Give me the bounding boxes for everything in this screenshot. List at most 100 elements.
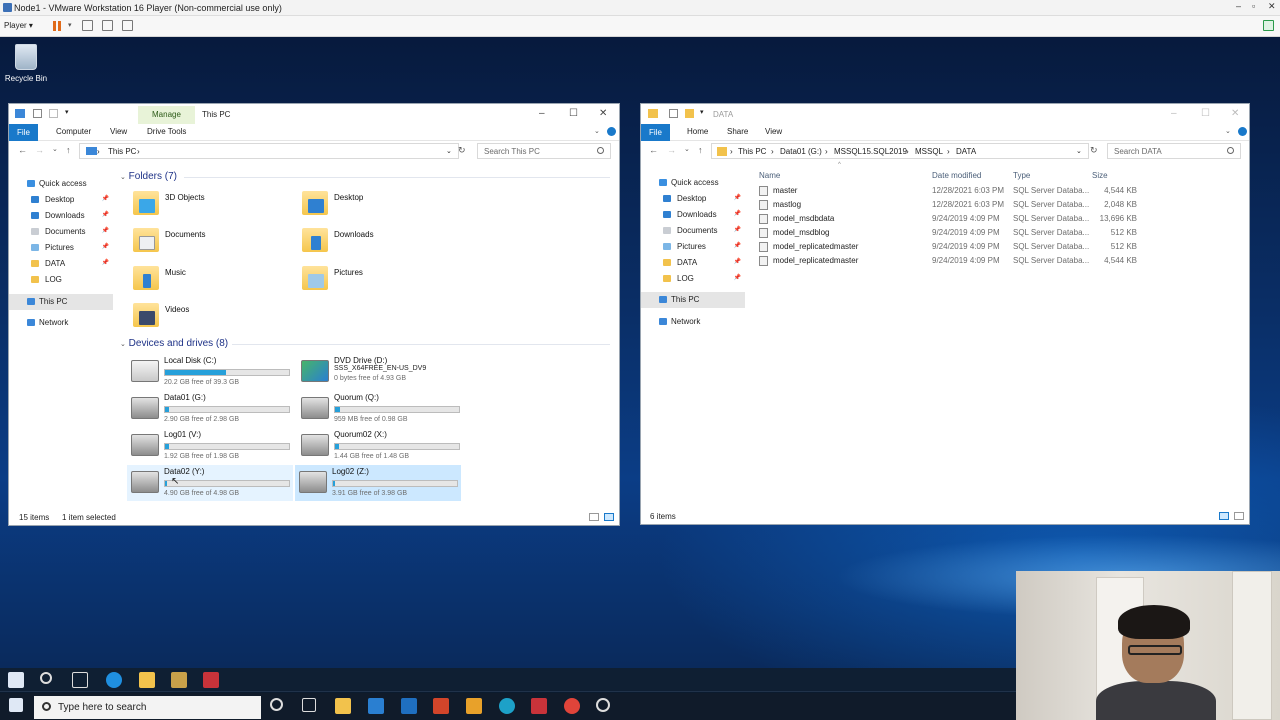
drives-group-header[interactable]: ⌄ Devices and drives (8): [120, 338, 614, 349]
nav-item-data[interactable]: DATA 📌: [641, 255, 745, 271]
recent-dropdown-icon[interactable]: ⌄: [684, 145, 690, 153]
expand-ribbon-icon[interactable]: ⌄: [594, 127, 600, 135]
pin-icon[interactable]: 📌: [102, 211, 109, 218]
drive-quorum-q[interactable]: Quorum (Q:) 959 MB free of 0.98 GB: [297, 391, 463, 427]
column-header-size[interactable]: Size: [1092, 171, 1108, 180]
quick-access-dropdown-icon[interactable]: ▾: [65, 108, 69, 116]
maximize-icon[interactable]: ▫: [1252, 1, 1255, 11]
breadcrumb-data01[interactable]: Data01 (G:): [780, 147, 822, 156]
nav-item-data[interactable]: DATA 📌: [9, 256, 113, 272]
windows-start-icon[interactable]: [8, 672, 24, 688]
drive-log01-v[interactable]: Log01 (V:) 1.92 GB free of 1.98 GB: [127, 428, 293, 464]
up-icon[interactable]: ↑: [698, 145, 703, 155]
pin-icon[interactable]: 📌: [734, 194, 741, 201]
maximize-icon[interactable]: ☐: [569, 108, 578, 119]
drive-log02-z[interactable]: Log02 (Z:) 3.91 GB free of 3.98 GB: [295, 465, 461, 501]
file-row[interactable]: model_msdbdata 9/24/2019 4:09 PM SQL Ser…: [759, 212, 1139, 226]
internet-explorer-icon[interactable]: [106, 672, 122, 688]
nav-item-documents[interactable]: Documents 📌: [9, 224, 113, 240]
expand-ribbon-icon[interactable]: ⌄: [1225, 127, 1231, 135]
search-icon[interactable]: [40, 672, 52, 684]
folder-documents[interactable]: Documents: [133, 226, 293, 262]
search-input[interactable]: Search This PC: [477, 143, 611, 159]
ribbon-tab-view[interactable]: View: [110, 127, 127, 136]
forward-icon[interactable]: →: [667, 145, 676, 155]
nav-network[interactable]: Network: [9, 315, 113, 331]
pin-icon[interactable]: 📌: [734, 226, 741, 233]
ribbon-tab-file[interactable]: File: [9, 124, 38, 141]
nav-item-log[interactable]: LOG: [9, 272, 113, 288]
file-explorer-icon[interactable]: [139, 672, 155, 688]
ribbon-tab-home[interactable]: Home: [687, 127, 708, 136]
breadcrumb-mssql15[interactable]: MSSQL15.SQL2019: [834, 147, 907, 156]
file-row[interactable]: model_replicatedmaster 9/24/2019 4:09 PM…: [759, 254, 1139, 268]
nav-item-desktop[interactable]: Desktop 📌: [641, 191, 745, 207]
pin-icon[interactable]: 📌: [102, 259, 109, 266]
minimize-icon[interactable]: –: [1236, 1, 1241, 11]
help-icon[interactable]: [1238, 127, 1247, 136]
player-menu-button[interactable]: Player ▾: [4, 21, 33, 30]
back-icon[interactable]: ←: [18, 145, 27, 155]
address-dropdown-icon[interactable]: ⌄: [1076, 147, 1082, 155]
folder-videos[interactable]: Videos: [133, 301, 293, 337]
pin-icon[interactable]: 📌: [734, 258, 741, 265]
close-icon[interactable]: ✕: [1231, 108, 1239, 119]
nav-quick-access[interactable]: Quick access: [9, 176, 113, 192]
folder-downloads[interactable]: Downloads: [302, 226, 462, 262]
column-header-name[interactable]: Name: [759, 171, 780, 180]
edge-icon[interactable]: [499, 698, 515, 714]
pin-icon[interactable]: 📌: [102, 243, 109, 250]
ribbon-tab-file[interactable]: File: [641, 124, 670, 141]
nav-this-pc[interactable]: This PC: [641, 292, 745, 308]
nav-item-downloads[interactable]: Downloads 📌: [9, 208, 113, 224]
properties-icon[interactable]: [669, 109, 678, 118]
drive-local-disk-c[interactable]: Local Disk (C:) 20.2 GB free of 39.3 GB: [127, 354, 293, 390]
unity-icon[interactable]: [122, 20, 133, 31]
collapse-chevron-icon[interactable]: ⌄: [120, 174, 126, 181]
drive-dvd-d[interactable]: DVD Drive (D:) SSS_X64FREE_EN-US_DV9 0 b…: [297, 354, 463, 390]
collapse-chevron-icon[interactable]: ⌄: [120, 341, 126, 348]
minimize-icon[interactable]: –: [539, 108, 545, 119]
close-icon[interactable]: ✕: [1268, 1, 1276, 12]
cortana-icon[interactable]: [270, 698, 283, 711]
column-header-date-modified[interactable]: Date modified: [932, 171, 981, 180]
sql-management-icon[interactable]: [203, 672, 219, 688]
file-explorer-icon[interactable]: [335, 698, 351, 714]
file-row[interactable]: model_replicatedmaster 9/24/2019 4:09 PM…: [759, 240, 1139, 254]
manage-tab[interactable]: Manage: [138, 106, 195, 124]
nav-item-pictures[interactable]: Pictures 📌: [9, 240, 113, 256]
folder-desktop[interactable]: Desktop: [302, 189, 462, 225]
nav-item-log[interactable]: LOG 📌: [641, 271, 745, 287]
office-icon[interactable]: [433, 698, 449, 714]
nav-quick-access[interactable]: Quick access: [641, 175, 745, 191]
nav-network[interactable]: Network: [641, 314, 745, 330]
quick-access-dropdown-icon[interactable]: ▾: [700, 108, 704, 116]
pin-icon[interactable]: 📌: [734, 210, 741, 217]
pin-icon[interactable]: 📌: [102, 195, 109, 202]
search-input[interactable]: Search DATA: [1107, 143, 1241, 159]
task-view-icon[interactable]: [302, 698, 316, 712]
breadcrumb-data[interactable]: DATA: [956, 147, 976, 156]
large-icons-view-icon[interactable]: [604, 513, 614, 521]
recent-dropdown-icon[interactable]: ⌄: [52, 145, 58, 153]
maximize-icon[interactable]: ☐: [1201, 108, 1210, 119]
nav-item-downloads[interactable]: Downloads 📌: [641, 207, 745, 223]
file-row[interactable]: master 12/28/2021 6:03 PM SQL Server Dat…: [759, 184, 1139, 198]
chrome-icon[interactable]: [564, 698, 580, 714]
folders-group-header[interactable]: ⌄ Folders (7): [120, 171, 614, 182]
brave-icon[interactable]: [531, 698, 547, 714]
vm-message-icon[interactable]: [1263, 20, 1274, 31]
address-bar[interactable]: › This PC › ⌄: [79, 143, 459, 159]
obs-icon[interactable]: [596, 698, 610, 712]
up-icon[interactable]: ↑: [66, 145, 71, 155]
send-ctrl-alt-del-icon[interactable]: [82, 20, 93, 31]
properties-icon[interactable]: [33, 109, 42, 118]
nav-item-documents[interactable]: Documents 📌: [641, 223, 745, 239]
nav-item-pictures[interactable]: Pictures 📌: [641, 239, 745, 255]
minimize-icon[interactable]: –: [1171, 108, 1177, 119]
file-row[interactable]: model_msdblog 9/24/2019 4:09 PM SQL Serv…: [759, 226, 1139, 240]
nav-item-desktop[interactable]: Desktop 📌: [9, 192, 113, 208]
details-view-icon[interactable]: [589, 513, 599, 521]
folder-music[interactable]: Music: [133, 264, 293, 300]
address-bar[interactable]: › This PC › Data01 (G:) › MSSQL15.SQL201…: [711, 143, 1089, 159]
